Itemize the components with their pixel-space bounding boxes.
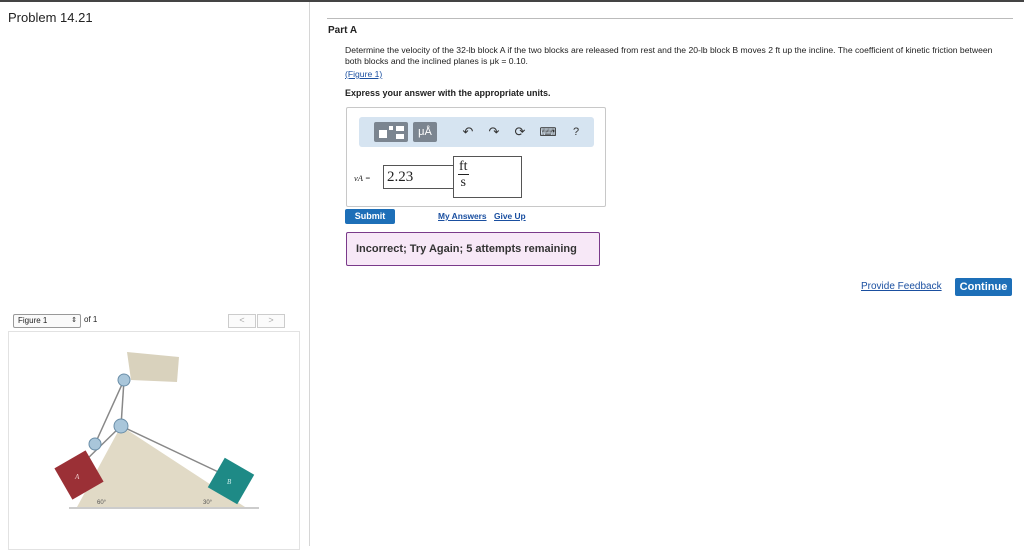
part-title: Part A — [328, 25, 358, 36]
select-arrows-icon: ⇕ — [71, 317, 77, 324]
figure-select[interactable]: Figure 1 ⇕ — [13, 314, 81, 328]
part-divider — [327, 18, 1013, 19]
figure-image: A B 60° 30° — [8, 331, 300, 550]
help-icon[interactable]: ? — [567, 122, 585, 142]
units-button[interactable]: μÅ — [413, 122, 437, 142]
give-up-link[interactable]: Give Up — [494, 211, 526, 221]
prev-figure-button[interactable]: < — [228, 314, 256, 328]
undo-icon[interactable]: ↶ — [459, 122, 477, 142]
pulley-icon — [113, 418, 129, 434]
problem-title: Problem 14.21 — [8, 10, 93, 25]
question-text: Determine the velocity of the 32-lb bloc… — [345, 45, 993, 66]
block-b-label: B — [227, 478, 232, 486]
next-figure-button[interactable]: > — [257, 314, 285, 328]
pulley-incline-diagram: A B 60° 30° — [54, 352, 259, 509]
reset-icon[interactable]: ⟳ — [511, 122, 529, 142]
feedback-message: Incorrect; Try Again; 5 attempts remaini… — [346, 232, 600, 266]
provide-feedback-link[interactable]: Provide Feedback — [861, 281, 942, 292]
figure-panel: Problem 14.21 Figure 1 ⇕ of 1 < > A B 60… — [0, 2, 310, 550]
continue-button[interactable]: Continue — [955, 278, 1012, 296]
answer-variable-label: vA = — [354, 173, 371, 183]
unit-input[interactable]: ft s — [453, 156, 522, 198]
submit-button[interactable]: Submit — [345, 209, 395, 224]
redo-icon[interactable]: ↷ — [485, 122, 503, 142]
templates-button[interactable] — [374, 122, 408, 142]
ceiling-support — [127, 352, 179, 382]
answer-box: μÅ ↶ ↷ ⟳ ⌨ ? vA = 2.23 ft s — [346, 107, 606, 207]
answer-instruction: Express your answer with the appropriate… — [345, 88, 551, 98]
figure-link-wrapper: (Figure 1) — [345, 69, 382, 79]
figure-count: of 1 — [84, 315, 98, 324]
keyboard-icon[interactable]: ⌨ — [539, 122, 557, 142]
unit-fraction: ft s — [458, 159, 469, 191]
figure-select-value: Figure 1 — [18, 316, 48, 325]
block-a-label: A — [74, 473, 80, 481]
unit-denominator: s — [460, 175, 466, 190]
angle-60-label: 60° — [97, 500, 107, 506]
answer-value-input[interactable]: 2.23 — [383, 165, 454, 189]
question-panel: Part A Determine the velocity of the 32-… — [327, 0, 1017, 546]
math-toolbar: μÅ ↶ ↷ ⟳ ⌨ ? — [359, 117, 594, 147]
figure-link[interactable]: (Figure 1) — [345, 69, 382, 79]
angle-30-label: 30° — [203, 500, 213, 506]
my-answers-link[interactable]: My Answers — [438, 211, 487, 221]
figure-navigation: Figure 1 ⇕ of 1 < > — [8, 313, 300, 329]
pulley-icon — [117, 373, 131, 387]
unit-numerator: ft — [458, 159, 469, 175]
pulley-icon — [88, 437, 102, 451]
